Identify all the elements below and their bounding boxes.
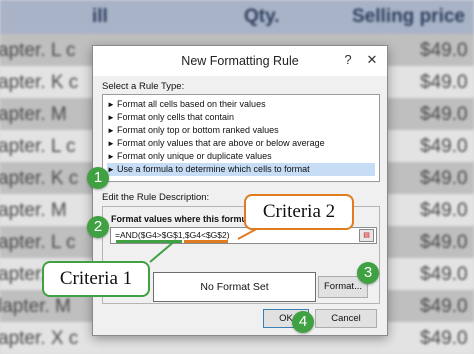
criteria-2-underline: [184, 240, 228, 243]
criteria-1-pointer: [149, 239, 177, 263]
criteria-2-callout: Criteria 2: [244, 194, 354, 230]
criteria-1-callout: Criteria 1: [42, 261, 150, 297]
step-marker-2: 2: [87, 216, 109, 238]
step-marker-3: 3: [357, 262, 379, 284]
step-marker-1: 1: [87, 167, 109, 189]
criteria-1-underline: [116, 240, 182, 243]
step-marker-4: 4: [292, 311, 314, 333]
